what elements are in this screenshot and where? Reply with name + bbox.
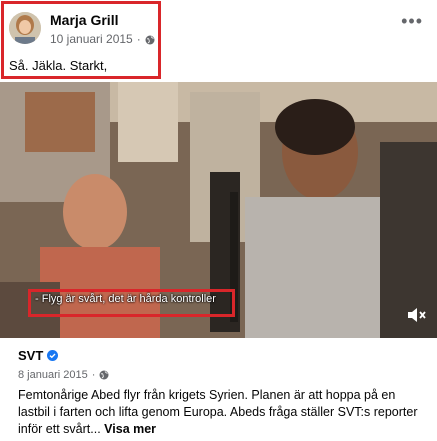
post-meta: 10 januari 2015 · <box>50 32 155 46</box>
shared-meta: 8 januari 2015 · <box>18 369 109 381</box>
post-date[interactable]: 10 januari 2015 <box>50 32 133 46</box>
verified-badge-icon <box>47 350 59 361</box>
post-text: Så. Jäkla. Starkt, <box>9 58 108 73</box>
source-name[interactable]: SVT <box>18 348 43 363</box>
video-subtitle: - Flyg är svårt, det är hårda kontroller <box>35 293 216 305</box>
avatar[interactable] <box>9 12 41 44</box>
shared-text: Femtonårige Abed flyr från krigets Syrie… <box>18 387 428 438</box>
see-more-link[interactable]: Visa mer <box>104 422 156 436</box>
dot-separator: · <box>136 32 141 46</box>
shared-date[interactable]: 8 januari 2015 <box>18 369 88 381</box>
post-header: Marja Grill 10 januari 2015 · ••• Så. Jä… <box>0 0 437 80</box>
author-name[interactable]: Marja Grill <box>50 12 118 28</box>
globe-icon <box>145 34 155 45</box>
more-horizontal-icon[interactable]: ••• <box>401 12 423 30</box>
globe-icon <box>99 370 109 380</box>
volume-muted-icon[interactable] <box>406 305 428 325</box>
dot-separator: · <box>91 369 96 381</box>
shared-source: SVT <box>18 348 59 363</box>
shared-body: Femtonårige Abed flyr från krigets Syrie… <box>18 388 418 436</box>
